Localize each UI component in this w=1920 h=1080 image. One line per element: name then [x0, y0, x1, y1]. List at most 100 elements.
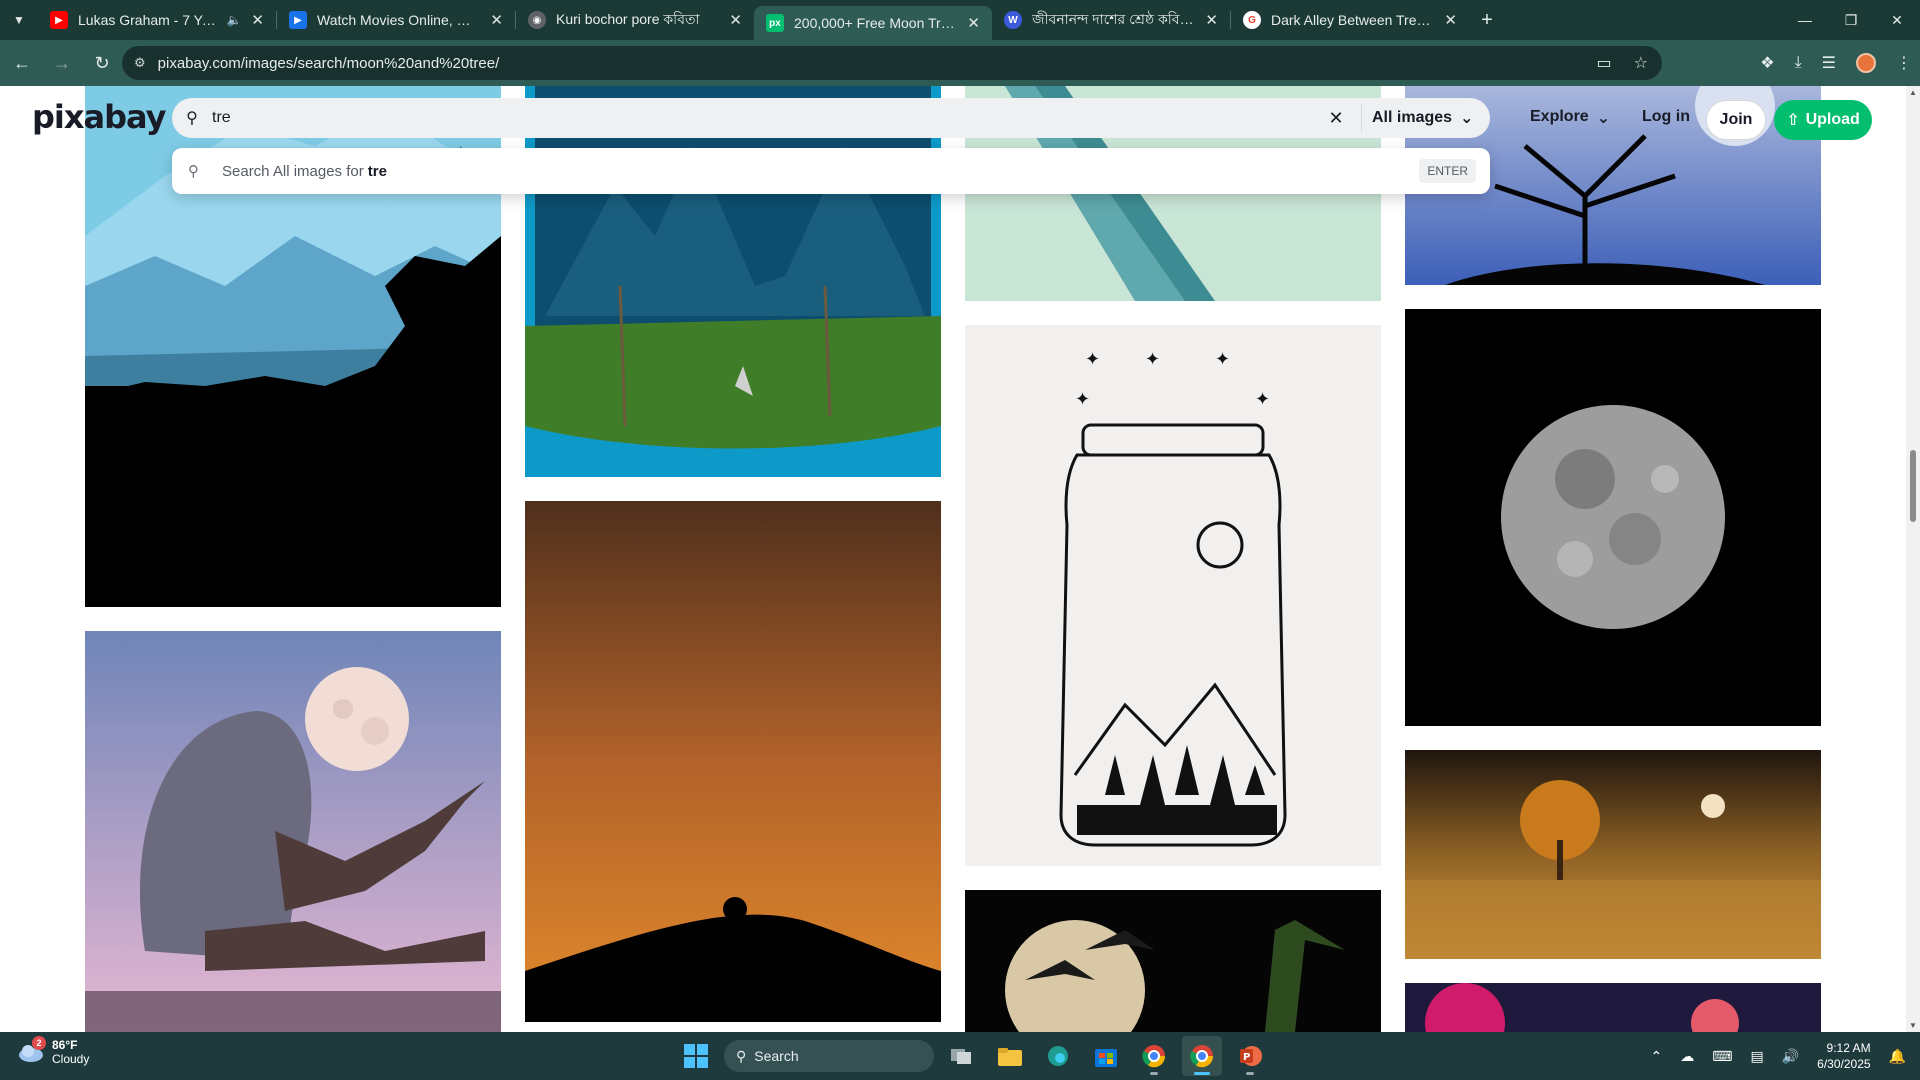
site-header: pixabay ⚲ ✕ All images ⌄ Explore ⌄ Log i…	[0, 86, 1920, 150]
store-icon[interactable]	[1086, 1036, 1126, 1076]
chrome-icon[interactable]	[1134, 1036, 1174, 1076]
tab-title: Dark Alley Between Trees - Goo	[1271, 12, 1434, 28]
cloudy-weather-icon: 2	[18, 1036, 46, 1062]
close-tab-icon[interactable]: ✕	[251, 11, 264, 29]
image-full-moon-black[interactable]	[1405, 309, 1821, 726]
active-indicator	[1194, 1072, 1210, 1075]
profile-avatar[interactable]	[1856, 53, 1876, 73]
weather-widget[interactable]: 2 86°F Cloudy	[18, 1036, 90, 1066]
login-link[interactable]: Log in	[1642, 108, 1690, 126]
image-jar-drawing-mountains[interactable]: ✦ ✦ ✦ ✦ ✦	[965, 325, 1381, 866]
back-icon[interactable]: ←	[4, 45, 40, 81]
volume-icon[interactable]: 🔊	[1782, 1048, 1799, 1065]
tab-youtube[interactable]: ▶ Lukas Graham - 7 Years [Official 🔈 ✕	[38, 0, 276, 40]
search-input[interactable]	[212, 98, 1321, 138]
upload-button[interactable]: ⇧ Upload	[1774, 100, 1872, 140]
close-tab-icon[interactable]: ✕	[1205, 11, 1218, 29]
tab-title: Lukas Graham - 7 Years [Official	[78, 12, 220, 28]
running-indicator	[1150, 1072, 1158, 1075]
install-app-icon[interactable]: ▭	[1597, 53, 1612, 73]
explore-label: Explore	[1530, 108, 1589, 125]
tab-search-menu-icon[interactable]: ▼	[0, 0, 38, 40]
pixabay-logo[interactable]: pixabay	[32, 98, 166, 136]
forward-icon[interactable]: →	[44, 45, 80, 81]
keyboard-icon[interactable]: ⌨	[1712, 1048, 1732, 1065]
notification-bell-icon[interactable]: 🔔	[1889, 1048, 1906, 1065]
windows-taskbar: 2 86°F Cloudy ⚲ Search P ⌃ ☁ ⌨ ▤ 🔊 9:12 …	[0, 1032, 1920, 1080]
clock-time: 9:12 AM	[1826, 1041, 1871, 1055]
reload-icon[interactable]: ↻	[84, 45, 120, 81]
image-elephant-on-tree-moon[interactable]	[85, 631, 501, 1032]
taskbar-search[interactable]: ⚲ Search	[724, 1040, 934, 1072]
speaker-icon[interactable]: 🔈	[226, 13, 241, 27]
windows-start-icon[interactable]	[676, 1036, 716, 1076]
tab-google-search[interactable]: G Dark Alley Between Trees - Goo ✕	[1231, 0, 1469, 40]
media-type-dropdown[interactable]: All images ⌄	[1372, 108, 1490, 128]
close-tab-icon[interactable]: ✕	[490, 11, 503, 29]
suggestion-query: tre	[367, 162, 387, 180]
restore-icon[interactable]: ❐	[1828, 0, 1874, 40]
search-icon: ⚲	[188, 163, 199, 180]
search-bar: ⚲ ✕ All images ⌄	[172, 98, 1490, 138]
chevron-up-icon[interactable]: ⌃	[1651, 1048, 1663, 1065]
suggestion-prefix: Search All images for	[222, 162, 364, 180]
chrome-profile-icon[interactable]	[1182, 1036, 1222, 1076]
divider	[1361, 104, 1362, 132]
image-pink-tree-red-moon[interactable]	[1405, 983, 1821, 1032]
clear-search-icon[interactable]: ✕	[1321, 108, 1351, 129]
scroll-down-icon[interactable]: ▼	[1909, 1021, 1917, 1030]
image-grid: ✦ ✦ ✦ ✦ ✦	[0, 86, 1920, 1032]
explore-menu[interactable]: Explore ⌄	[1530, 108, 1610, 128]
image-orange-sky-crescent-hill-tree[interactable]	[525, 501, 941, 1022]
downloads-icon[interactable]: ⤓	[1795, 54, 1802, 72]
pixabay-icon: px	[766, 14, 784, 32]
enter-key-hint: ENTER	[1419, 159, 1476, 183]
file-explorer-icon[interactable]	[990, 1036, 1030, 1076]
play-store-icon: ▶	[289, 11, 307, 29]
image-autumn-tree-water-moon[interactable]	[1405, 750, 1821, 959]
weather-desc: Cloudy	[52, 1052, 90, 1066]
system-tray: ⌃ ☁ ⌨ ▤ 🔊 9:12 AM 6/30/2025 🔔	[1651, 1032, 1906, 1080]
scrollbar-thumb[interactable]	[1910, 450, 1916, 522]
tab-movies[interactable]: ▶ Watch Movies Online, movies se ✕	[277, 0, 515, 40]
media-controls-icon[interactable]: ☰	[1822, 53, 1836, 73]
site-info-icon[interactable]: ⚙	[134, 55, 146, 71]
media-type-label: All images	[1372, 109, 1453, 126]
bookmark-star-icon[interactable]: ☆	[1634, 53, 1648, 73]
image-moon-birds-palm[interactable]	[965, 890, 1381, 1032]
search-icon: ⚲	[736, 1047, 747, 1064]
taskbar-clock[interactable]: 9:12 AM 6/30/2025	[1817, 1040, 1870, 1072]
close-tab-icon[interactable]: ✕	[1444, 11, 1457, 29]
join-button[interactable]: Join	[1706, 100, 1766, 140]
edge-icon[interactable]	[1038, 1036, 1078, 1076]
site-icon: W	[1004, 11, 1022, 29]
extensions-icon[interactable]: ❖	[1760, 53, 1774, 73]
search-icon[interactable]: ⚲	[172, 108, 212, 128]
google-icon: G	[1243, 11, 1261, 29]
close-window-icon[interactable]: ✕	[1874, 0, 1920, 40]
tab-pixabay-active[interactable]: px 200,000+ Free Moon Tree & Moon ✕	[754, 6, 992, 40]
close-tab-icon[interactable]: ✕	[967, 14, 980, 32]
task-view-icon[interactable]	[942, 1036, 982, 1076]
chevron-down-icon: ⌄	[1596, 110, 1611, 127]
tab-kuri-bochor[interactable]: ◉ Kuri bochor pore কবিতা ✕	[516, 0, 754, 40]
youtube-icon: ▶	[50, 11, 68, 29]
page-scrollbar[interactable]: ▲ ▼	[1906, 86, 1920, 1032]
taskbar-search-label: Search	[754, 1048, 799, 1064]
svg-text:✦: ✦	[1215, 349, 1230, 369]
window-controls: — ❐ ✕	[1782, 0, 1920, 40]
network-icon[interactable]: ▤	[1751, 1048, 1764, 1065]
close-tab-icon[interactable]: ✕	[729, 11, 742, 29]
scroll-up-icon[interactable]: ▲	[1909, 88, 1917, 97]
powerpoint-icon[interactable]: P	[1230, 1036, 1270, 1076]
tab-strip: ▼ ▶ Lukas Graham - 7 Years [Official 🔈 ✕…	[0, 0, 1920, 40]
search-suggestion[interactable]: ⚲ Search All images for tre ENTER	[172, 148, 1490, 194]
tab-jibanananda[interactable]: W জীবনানন্দ দাশের শ্রেষ্ঠ কবিতা/কু ✕	[992, 0, 1230, 40]
more-menu-icon[interactable]: ⋮	[1896, 53, 1912, 73]
onedrive-icon[interactable]: ☁	[1680, 1048, 1694, 1065]
svg-text:✦: ✦	[1085, 349, 1100, 369]
globe-icon: ◉	[528, 11, 546, 29]
minimize-icon[interactable]: —	[1782, 0, 1828, 40]
new-tab-icon[interactable]: +	[1469, 0, 1505, 40]
address-bar[interactable]: ⚙ pixabay.com/images/search/moon%20and%2…	[122, 46, 1662, 80]
